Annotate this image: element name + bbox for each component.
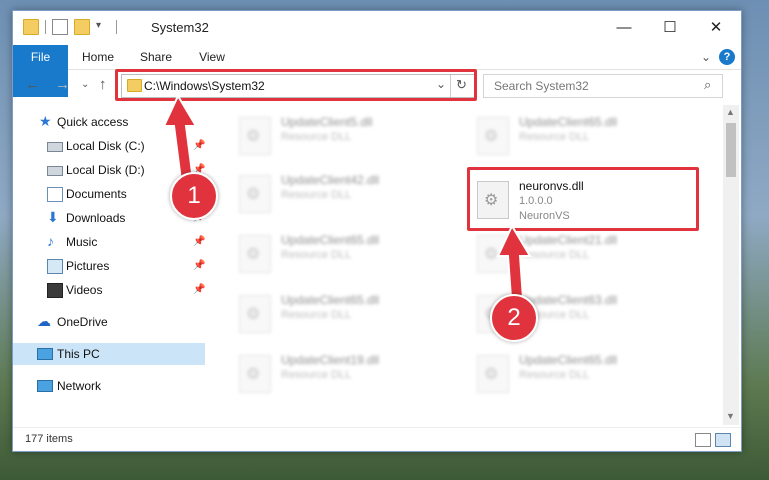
file-description: Resource DLL — [281, 131, 352, 143]
minimize-button[interactable]: — — [601, 11, 647, 43]
file-description: Resource DLL — [281, 369, 352, 381]
nav-item-label: Local Disk (C:) — [66, 139, 145, 153]
tab-home[interactable]: Home — [75, 45, 121, 69]
file-item[interactable]: UpdateClient65.dll Resource DLL — [229, 289, 439, 341]
large-icons-view-icon[interactable] — [715, 433, 731, 447]
quick-access-toolbar: ▾ — [23, 19, 117, 35]
search-input[interactable]: Search System32 — [494, 79, 589, 93]
nav-item-pictures[interactable]: Pictures 📌 — [13, 255, 205, 277]
nav-item-label: Quick access — [57, 115, 129, 129]
file-item[interactable]: UpdateClient65.dll Resource DLL — [467, 111, 677, 163]
nav-item-label: OneDrive — [57, 315, 108, 329]
help-icon[interactable]: ? — [719, 49, 735, 65]
file-name: UpdateClient5.dll — [281, 115, 373, 129]
file-description: Resource DLL — [519, 369, 590, 381]
window-title: System32 — [151, 20, 209, 35]
file-name: UpdateClient65.dll — [281, 293, 380, 307]
dll-file-icon — [477, 117, 509, 155]
file-item[interactable]: UpdateClient65.dll Resource DLL — [467, 349, 677, 401]
file-name: UpdateClient42.dll — [281, 173, 380, 187]
documents-icon — [47, 187, 63, 202]
videos-icon — [47, 283, 63, 298]
nav-item-onedrive[interactable]: ☁ OneDrive — [13, 311, 205, 333]
scroll-down-arrow[interactable]: ▼ — [726, 411, 735, 421]
customize-toolbar-icon[interactable]: ▾ — [96, 20, 110, 34]
nav-item-label: This PC — [57, 347, 100, 361]
title-bar: ▾ System32 — ☐ ✕ — [13, 11, 741, 45]
forward-button[interactable]: → — [55, 76, 70, 93]
toolbar-separator — [45, 20, 46, 34]
new-folder-icon[interactable] — [74, 19, 90, 35]
scroll-up-arrow[interactable]: ▲ — [726, 107, 735, 117]
network-icon — [37, 380, 53, 392]
tab-share[interactable]: Share — [133, 45, 179, 69]
file-name: UpdateClient65.dll — [281, 233, 380, 247]
toolbar-separator — [116, 20, 117, 34]
nav-item-label: Music — [66, 235, 98, 249]
maximize-button[interactable]: ☐ — [647, 11, 693, 43]
up-button[interactable]: ↑ — [99, 76, 107, 93]
folder-icon — [23, 19, 39, 35]
file-description: Resource DLL — [281, 189, 352, 201]
nav-item-label: Network — [57, 379, 102, 393]
nav-item-network[interactable]: Network — [13, 375, 205, 397]
file-list: UpdateClient5.dll Resource DLL UpdateCli… — [219, 105, 721, 425]
step-badge-2: 2 — [490, 294, 538, 342]
pictures-icon — [47, 259, 63, 274]
file-name: UpdateClient65.dll — [519, 115, 618, 129]
nav-item-label: Videos — [66, 283, 103, 297]
nav-item-label: Documents — [66, 187, 127, 201]
recent-locations-button[interactable]: ⌄ — [81, 79, 89, 90]
properties-icon[interactable] — [52, 19, 68, 35]
dll-file-icon — [239, 235, 271, 273]
dll-file-icon — [477, 355, 509, 393]
pin-icon[interactable]: 📌 — [193, 231, 205, 253]
star-icon: ★ — [39, 113, 52, 129]
pin-icon[interactable]: 📌 — [193, 255, 205, 277]
close-button[interactable]: ✕ — [693, 11, 739, 43]
nav-item-label: Local Disk (D:) — [66, 163, 145, 177]
music-icon: ♪ — [47, 233, 54, 249]
file-item[interactable]: UpdateClient5.dll Resource DLL — [229, 111, 439, 163]
file-item[interactable]: UpdateClient65.dll Resource DLL — [229, 229, 439, 281]
details-view-icon[interactable] — [695, 433, 711, 447]
scrollbar-thumb[interactable] — [726, 123, 736, 177]
item-count: 177 items — [25, 433, 73, 445]
nav-item-label: Downloads — [66, 211, 126, 225]
step-badge-1: 1 — [170, 172, 218, 220]
file-name: UpdateClient19.dll — [281, 353, 380, 367]
drive-icon — [47, 142, 63, 152]
pin-icon[interactable]: 📌 — [193, 279, 205, 301]
file-highlight-box — [467, 167, 699, 231]
dll-file-icon — [239, 355, 271, 393]
computer-icon — [37, 348, 53, 360]
drive-icon — [47, 166, 63, 176]
tab-view[interactable]: View — [189, 45, 235, 69]
file-description: Resource DLL — [281, 309, 352, 321]
search-icon[interactable]: ⌕ — [704, 77, 711, 93]
file-description: Resource DLL — [519, 131, 590, 143]
expand-ribbon-icon[interactable]: ⌄ — [699, 45, 713, 69]
vertical-scrollbar[interactable]: ▲ ▼ — [723, 105, 739, 425]
nav-item-this-pc[interactable]: This PC — [13, 343, 205, 365]
file-item[interactable]: UpdateClient19.dll Resource DLL — [229, 349, 439, 401]
download-icon: ⬇ — [47, 209, 59, 225]
dll-file-icon — [239, 295, 271, 333]
dll-file-icon — [239, 117, 271, 155]
file-item[interactable]: UpdateClient42.dll Resource DLL — [229, 169, 439, 221]
cloud-icon: ☁ — [37, 313, 51, 329]
nav-item-label: Pictures — [66, 259, 110, 273]
nav-item-videos[interactable]: Videos 📌 — [13, 279, 205, 301]
file-name: UpdateClient65.dll — [519, 353, 618, 367]
dll-file-icon — [239, 175, 271, 213]
search-box[interactable]: Search System32 ⌕ — [483, 74, 723, 98]
ribbon-tabs: File Home Share View ⌄ ? — [13, 45, 741, 97]
status-bar: 177 items — [13, 427, 741, 451]
back-button[interactable]: ← — [25, 76, 40, 93]
file-description: Resource DLL — [281, 249, 352, 261]
nav-item-music[interactable]: ♪ Music 📌 — [13, 231, 205, 253]
